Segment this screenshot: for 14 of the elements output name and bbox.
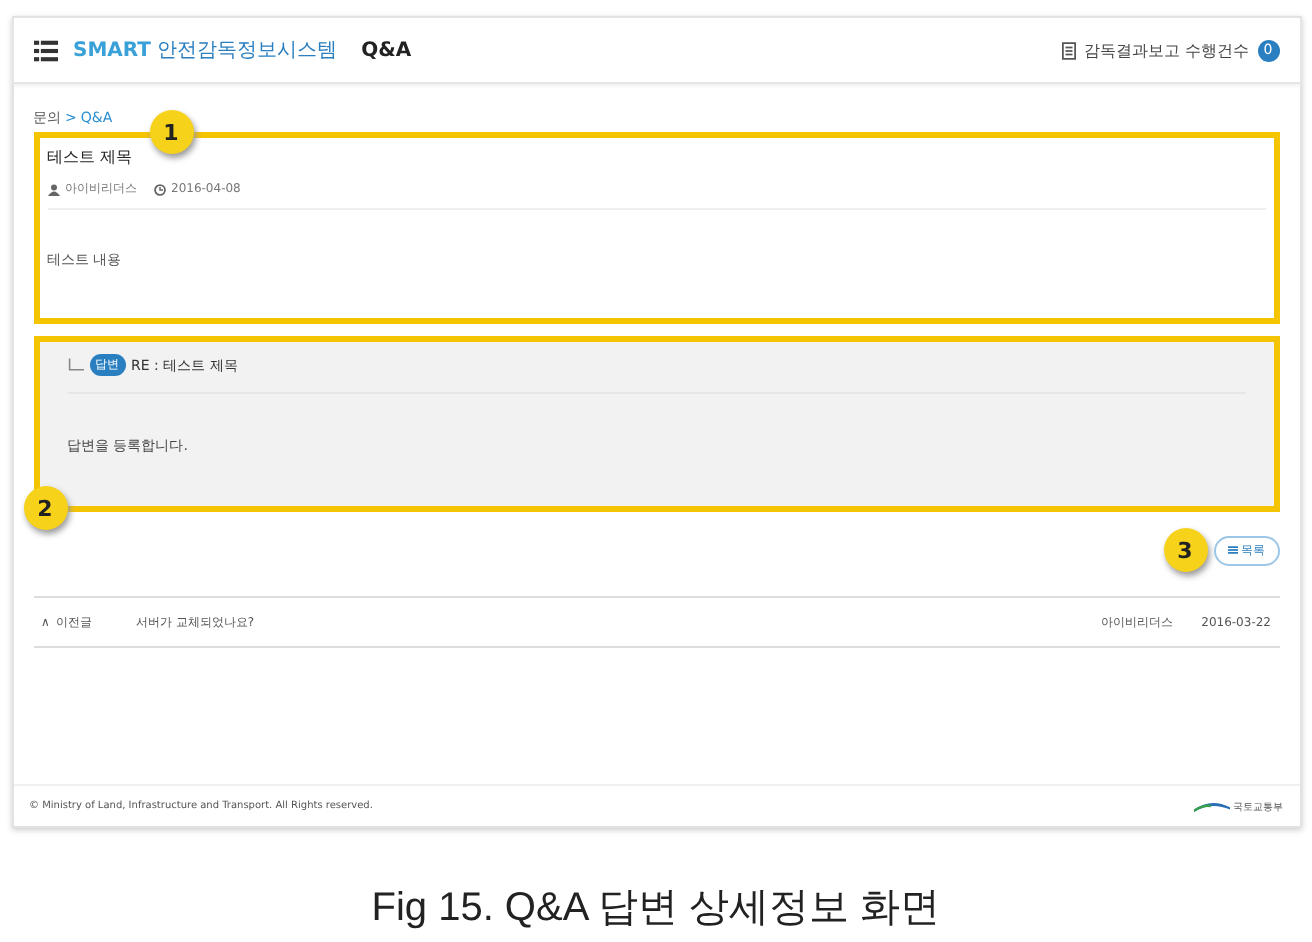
list-icon (1227, 546, 1237, 554)
page-title: Q&A (361, 39, 412, 61)
logo-text[interactable]: SMART 안전감독정보시스템 (73, 36, 338, 64)
user-icon (47, 183, 59, 195)
report-link[interactable]: 감독결과보고 수행건수 (1083, 39, 1249, 61)
ministry-logo-icon (1193, 800, 1229, 812)
callout-number: 2 (23, 486, 67, 530)
clock-icon (153, 183, 165, 195)
callout-number: 1 (149, 110, 193, 154)
document-icon (1061, 41, 1076, 59)
question-title: 테스트 제목 (47, 146, 135, 168)
callout-number: 3 (1163, 528, 1207, 572)
figure-caption: Fig 15. Q&A 답변 상세정보 화면 (371, 884, 941, 934)
menu-icon[interactable] (33, 39, 57, 61)
